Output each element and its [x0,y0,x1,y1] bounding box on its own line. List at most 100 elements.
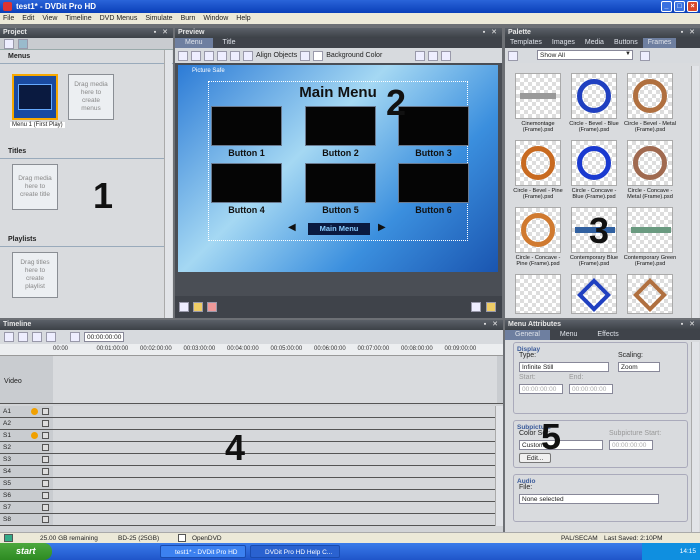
palette-scrollbar[interactable] [691,66,699,318]
lock-icon[interactable] [42,480,49,487]
palette-frame-item[interactable]: Circle - Bevel - Metal (Frame).psd [622,73,678,134]
palette-frame-item[interactable]: Contemporary Green (Frame).psd [622,207,678,268]
track-lane[interactable] [53,514,497,525]
subpicture-start-field[interactable]: 00:00:00:00 [609,440,653,450]
playlists-drop-zone[interactable]: Drag titles here to create playlist [12,252,58,298]
tab-buttons[interactable]: Buttons [609,38,643,48]
type-select[interactable]: Infinite Still [519,362,609,372]
attributes-scrollbar[interactable] [691,342,699,532]
lock-icon[interactable] [42,420,49,427]
lock-icon[interactable] [42,504,49,511]
menu-view[interactable]: View [42,13,57,24]
menu-button-2-image[interactable] [305,106,376,146]
titles-drop-zone[interactable]: Drag media here to create title [12,164,58,210]
taskbar-dvdit[interactable]: test1* - DVDit Pro HD [160,545,246,558]
menu-button-5-label[interactable]: Button 5 [305,205,376,215]
menu-title-text[interactable]: Main Menu [178,84,498,101]
menu-button-3-label[interactable]: Button 3 [398,148,469,158]
grid-icon[interactable] [428,50,439,61]
palette-frame-item[interactable]: Circle - Bevel - Blue (Frame).psd [566,73,622,134]
track-lane[interactable] [53,502,497,513]
track-lane[interactable] [53,454,497,465]
palette-frame-item[interactable] [622,274,678,316]
opendvd-checkbox[interactable] [178,534,186,542]
track-lane[interactable] [53,466,497,477]
palette-refresh-icon[interactable] [640,51,650,61]
list-view-icon[interactable] [4,39,14,49]
menu-button-5-image[interactable] [305,163,376,203]
safe-area-icon[interactable] [415,50,426,61]
video-track-lane[interactable] [53,356,497,403]
panel-controls[interactable]: ▪ ✕ [484,320,500,330]
menu-burn[interactable]: Burn [181,13,196,24]
menu-canvas[interactable]: Picture Safe Main Menu Button 1 Button 2… [178,65,498,272]
taskbar-help[interactable]: DVDit Pro HD Help C... [250,545,340,558]
lock-icon[interactable] [42,492,49,499]
timeline-scrollbar[interactable] [495,406,503,526]
track-lane[interactable] [53,442,497,453]
nav-prev-arrow-icon[interactable]: ◀ [288,222,296,233]
audio-file-field[interactable]: None selected [519,494,659,504]
end-timecode-field[interactable]: 00:00:00:00 [569,384,613,394]
menu-button-2-label[interactable]: Button 2 [305,148,376,158]
align-objects-label[interactable]: Align Objects [256,52,297,59]
project-scrollbar[interactable] [164,50,172,318]
timeline-ruler[interactable]: 00:00 00:01:00:00 00:02:00:00 00:03:00:00 00… [0,344,503,356]
menu-button-6-label[interactable]: Button 6 [398,205,469,215]
panel-controls[interactable]: ▪ ✕ [681,320,697,330]
menu-button-1-image[interactable] [211,106,282,146]
track-lane[interactable] [53,406,497,417]
palette-view-icon[interactable] [508,51,518,61]
panel-controls[interactable]: ▪ ✕ [681,28,697,38]
menus-drop-zone[interactable]: Drag media here to create menus [68,74,114,120]
start-button[interactable]: start [0,543,52,560]
lock-icon[interactable] [42,444,49,451]
background-color-checkbox[interactable] [313,50,324,61]
tab-effects[interactable]: Effects [587,330,628,340]
guides-icon[interactable] [441,50,452,61]
timecode-field[interactable]: 00:00:00:00 [84,332,124,342]
menu-button-3-image[interactable] [398,106,469,146]
tab-media[interactable]: Media [580,38,609,48]
lock-icon[interactable] [42,516,49,523]
add-button-icon[interactable] [179,302,189,312]
menu-edit[interactable]: Edit [22,13,34,24]
note-icon[interactable] [486,302,496,312]
track-lane[interactable] [53,490,497,501]
track-lane[interactable] [53,478,497,489]
ungroup-tool-icon[interactable] [243,50,253,61]
align-dropdown-icon[interactable] [300,50,311,61]
nav-next-arrow-icon[interactable]: ▶ [378,222,386,233]
menu-window[interactable]: Window [203,13,228,24]
palette-frame-item[interactable]: Cinemontage (Frame).psd [510,73,566,134]
tab-images[interactable]: Images [547,38,580,48]
maximize-button[interactable]: □ [674,1,685,12]
palette-frame-item[interactable]: Circle - Concave - Pine (Frame).psd [510,207,566,268]
tab-menu[interactable]: Menu [550,330,588,340]
menu1-thumbnail[interactable] [12,74,58,120]
lock-icon[interactable] [42,432,49,439]
crosshair-tool-icon[interactable] [191,50,201,61]
lock-icon[interactable] [42,456,49,463]
link-tool-icon[interactable] [217,50,227,61]
folder-icon[interactable] [193,302,203,312]
menu-simulate[interactable]: Simulate [145,13,172,24]
menu-button-1-label[interactable]: Button 1 [211,148,282,158]
palette-frame-item[interactable] [566,274,622,316]
delete-icon[interactable] [207,302,217,312]
start-timecode-field[interactable]: 00:00:00:00 [519,384,563,394]
zoom-in-icon[interactable] [4,332,14,342]
active-dot-icon[interactable] [31,408,38,415]
tab-templates[interactable]: Templates [505,38,547,48]
menu-button-4-label[interactable]: Button 4 [211,205,282,215]
menu-timeline[interactable]: Timeline [65,13,91,24]
palette-frame-item[interactable]: Circle - Concave - Blue (Frame).psd [566,140,622,201]
chapter-next-icon[interactable] [46,332,56,342]
menu-button-4-image[interactable] [211,163,282,203]
select-tool-icon[interactable] [178,50,188,61]
menu-button-6-image[interactable] [398,163,469,203]
palette-frame-item[interactable]: Circle - Bevel - Pine (Frame).psd [510,140,566,201]
tab-title[interactable]: Title [213,38,246,48]
palette-filter-select[interactable]: Show All [537,50,633,60]
monitor-icon[interactable] [471,302,481,312]
